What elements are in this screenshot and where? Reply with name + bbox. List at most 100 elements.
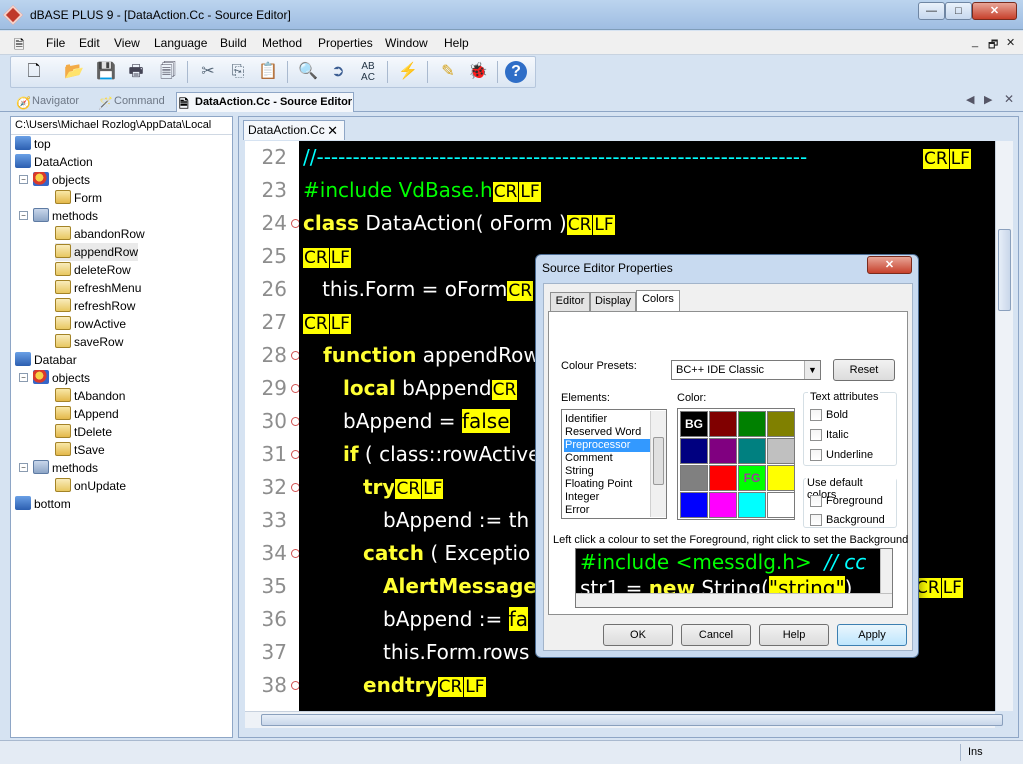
mdi-restore-button[interactable]: 🗗 (988, 36, 998, 55)
tab-colors[interactable]: Colors (636, 290, 680, 312)
tab-display[interactable]: Display (590, 292, 636, 311)
tree-node[interactable]: rowActive (55, 315, 126, 333)
bold-checkbox[interactable] (810, 409, 822, 421)
save-icon[interactable]: 💾 (95, 61, 117, 83)
color-swatch[interactable] (709, 438, 737, 464)
list-item[interactable]: String (564, 465, 650, 478)
tab-command[interactable]: 🪄 Command (96, 92, 174, 112)
maximize-button[interactable]: □ (945, 2, 972, 20)
tree-node[interactable]: top (15, 135, 51, 153)
debug-icon[interactable]: 🐞 (467, 61, 489, 83)
tab-editor[interactable]: Editor (550, 292, 590, 311)
tree-node[interactable]: Form (55, 189, 102, 207)
foreground-color-swatch[interactable]: FG (738, 465, 766, 491)
run-icon[interactable]: ⚡ (397, 61, 419, 83)
collapse-toggle[interactable]: − (19, 463, 28, 472)
list-item[interactable]: Comment (564, 452, 650, 465)
color-swatch[interactable] (680, 438, 708, 464)
close-button[interactable]: ✕ (972, 2, 1017, 20)
list-item[interactable]: Integer (564, 491, 650, 504)
tree-node[interactable]: bottom (15, 495, 71, 513)
print-icon[interactable]: 🖶 (125, 61, 147, 83)
color-swatch[interactable] (738, 492, 766, 518)
tree-node[interactable]: refreshMenu (55, 279, 141, 297)
tab-scroll-right-icon[interactable]: ▶ (984, 93, 992, 106)
open-icon[interactable]: 📂 (63, 61, 85, 83)
menu-edit[interactable]: Edit (79, 36, 100, 50)
tree-node-selected[interactable]: appendRow (55, 243, 139, 261)
ok-button[interactable]: OK (603, 624, 673, 646)
mdi-close-button[interactable]: ✕ (1006, 36, 1015, 49)
italic-checkbox[interactable] (810, 429, 822, 441)
collapse-toggle[interactable]: − (19, 175, 28, 184)
tree-node[interactable]: onUpdate (55, 477, 126, 495)
tree-node[interactable]: DataAction (15, 153, 93, 171)
replace-icon[interactable]: AB AC (357, 61, 379, 83)
color-swatch[interactable] (709, 492, 737, 518)
collapse-toggle[interactable]: − (19, 211, 28, 220)
list-item[interactable]: Error (564, 504, 650, 517)
tree-node[interactable]: Databar (15, 351, 77, 369)
tree-node[interactable]: tAppend (55, 405, 119, 423)
tree-node[interactable]: objects (33, 369, 90, 387)
editor-file-tab[interactable]: DataAction.Cc ✕ (243, 120, 345, 140)
help-button[interactable]: Help (759, 624, 829, 646)
tab-source-editor[interactable]: 🗎 DataAction.Cc - Source Editor (176, 92, 354, 112)
colour-presets-select[interactable]: BC++ IDE Classic ▼ (671, 360, 821, 380)
new-icon[interactable]: 🗋 (23, 61, 45, 83)
preview-vertical-scrollbar[interactable] (880, 549, 892, 593)
tab-close-icon[interactable]: ✕ (1004, 92, 1014, 106)
background-color-swatch[interactable]: BG (680, 411, 708, 437)
background-checkbox[interactable] (810, 514, 822, 526)
tab-navigator[interactable]: 🧭 Navigator (14, 92, 94, 112)
underline-checkbox[interactable] (810, 449, 822, 461)
color-swatch[interactable] (767, 411, 795, 437)
menu-help[interactable]: Help (444, 36, 469, 50)
tree-node[interactable]: methods (33, 459, 98, 477)
menu-file[interactable]: File (46, 36, 65, 50)
minimize-button[interactable]: — (918, 2, 945, 20)
list-item[interactable]: Floating Point (564, 478, 650, 491)
tree-node[interactable]: tDelete (55, 423, 112, 441)
color-swatch[interactable] (767, 465, 795, 491)
tree-node[interactable]: tAbandon (55, 387, 125, 405)
print-preview-icon[interactable]: 🗐 (157, 61, 179, 83)
list-item[interactable]: Reserved Word (564, 426, 650, 439)
elements-list[interactable]: Identifier Reserved Word Preprocessor Co… (561, 409, 667, 519)
color-swatch[interactable] (767, 438, 795, 464)
color-swatch[interactable] (680, 492, 708, 518)
list-item-selected[interactable]: Preprocessor (564, 439, 650, 452)
list-item[interactable]: Identifier (564, 413, 650, 426)
tree-node[interactable]: saveRow (55, 333, 123, 351)
cut-icon[interactable]: ✂ (197, 61, 219, 83)
reset-button[interactable]: Reset (833, 359, 895, 381)
tree-node[interactable]: objects (33, 171, 90, 189)
color-swatch[interactable] (709, 411, 737, 437)
tree-node[interactable]: tSave (55, 441, 105, 459)
tree-node[interactable]: refreshRow (55, 297, 135, 315)
find-next-icon[interactable]: ➲ (327, 61, 349, 83)
color-swatch[interactable] (767, 492, 795, 518)
collapse-toggle[interactable]: − (19, 373, 28, 382)
tree-node[interactable]: methods (33, 207, 98, 225)
foreground-checkbox[interactable] (810, 495, 822, 507)
color-swatch[interactable] (738, 411, 766, 437)
find-icon[interactable]: 🔍 (297, 61, 319, 83)
help-icon[interactable]: ? (505, 61, 527, 83)
paste-icon[interactable]: 📋 (257, 61, 279, 83)
scroll-thumb[interactable] (261, 714, 1003, 726)
tree-node[interactable]: abandonRow (55, 225, 145, 243)
close-tab-icon[interactable]: ✕ (327, 121, 338, 140)
menu-view[interactable]: View (114, 36, 140, 50)
vertical-scrollbar[interactable] (995, 141, 1013, 711)
menu-build[interactable]: Build (220, 36, 247, 50)
preview-horizontal-scrollbar[interactable] (576, 593, 892, 607)
menu-properties[interactable]: Properties (318, 36, 373, 50)
copy-icon[interactable]: ⎘ (227, 61, 249, 83)
color-swatch[interactable] (680, 465, 708, 491)
menu-language[interactable]: Language (154, 36, 207, 50)
scroll-thumb[interactable] (998, 229, 1011, 311)
color-swatch[interactable] (709, 465, 737, 491)
document-icon[interactable]: 🗎 (14, 36, 24, 58)
color-swatch[interactable] (738, 438, 766, 464)
